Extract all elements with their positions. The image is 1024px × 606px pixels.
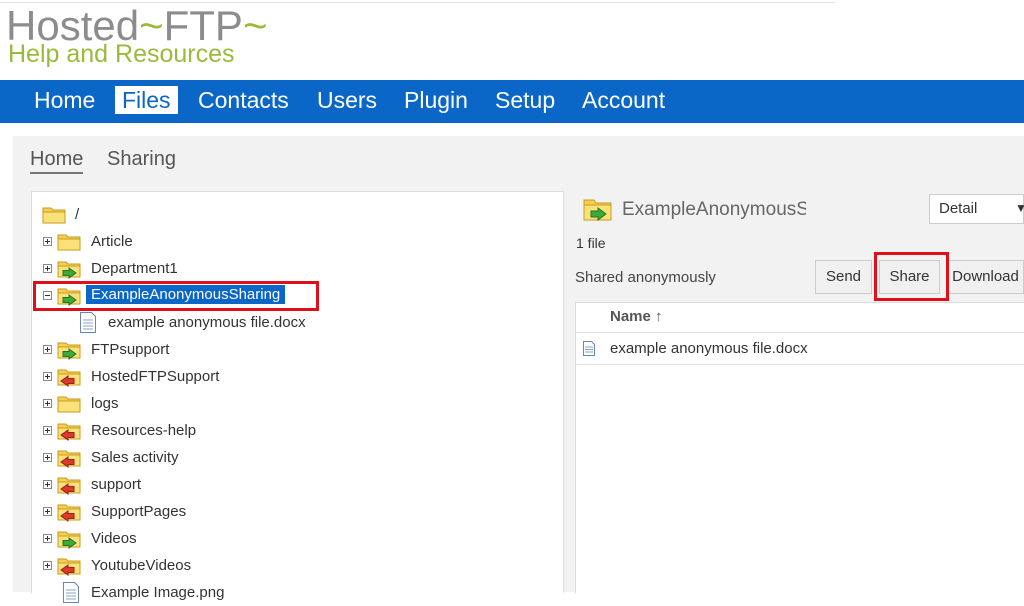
folder-shared-green-icon <box>57 342 81 360</box>
tree-label: YoutubeVideos <box>91 557 192 574</box>
tree-folder[interactable]: Sales activity <box>32 445 563 471</box>
tree-folder[interactable]: Article <box>32 229 563 255</box>
document-icon <box>63 582 79 603</box>
view-mode-value: Detail <box>939 200 978 217</box>
expand-icon[interactable] <box>43 372 52 381</box>
expand-icon[interactable] <box>43 345 52 354</box>
tree-label: example anonymous file.docx <box>108 314 306 331</box>
folder-icon <box>57 396 81 413</box>
nav-files[interactable]: Files <box>115 86 178 114</box>
expand-icon[interactable] <box>43 480 52 489</box>
file-count: 1 file <box>576 235 606 251</box>
tree-label: Sales activity <box>91 449 179 466</box>
column-header-name[interactable]: Name ↑ <box>576 303 1024 333</box>
tree-label: HostedFTPSupport <box>91 368 220 385</box>
tree-folder[interactable]: ExampleAnonymousSharing <box>32 283 563 309</box>
nav-contacts[interactable]: Contacts <box>191 86 296 114</box>
tree-folder[interactable]: Resources-help <box>32 418 563 444</box>
folder-shared-green-icon <box>57 261 81 279</box>
tree-folder[interactable]: YoutubeVideos <box>32 553 563 579</box>
tree-folder[interactable]: support <box>32 472 563 498</box>
tree-root[interactable]: / <box>32 202 563 228</box>
folder-tree: / Article Department1 ExampleAnonymousShar… <box>31 191 564 603</box>
breadcrumb-home[interactable]: Home <box>30 148 84 174</box>
header: Hosted~FTP~ Help and Resources <box>0 0 1024 80</box>
tree-folder[interactable]: Videos <box>32 526 563 552</box>
file-list: Name ↑ example anonymous file.docx <box>575 302 1024 593</box>
nav-plugin[interactable]: Plugin <box>397 86 475 114</box>
folder-shared-red-icon <box>57 477 81 495</box>
view-mode-select[interactable]: Detail ▼ <box>929 194 1024 224</box>
expand-icon[interactable] <box>43 534 52 543</box>
tree-label: Videos <box>91 530 137 547</box>
nav-setup[interactable]: Setup <box>488 86 562 114</box>
tree-label: Example Image.png <box>91 584 225 601</box>
logo-tagline: Help and Resources <box>8 40 235 68</box>
tree-label: Resources-help <box>91 422 197 439</box>
expand-icon[interactable] <box>43 453 52 462</box>
folder-shared-green-icon <box>57 531 81 549</box>
nav-users[interactable]: Users <box>310 86 384 114</box>
folder-title: ExampleAnonymousS <box>622 199 806 220</box>
folder-shared-red-icon <box>57 369 81 387</box>
collapse-icon[interactable] <box>43 291 52 300</box>
folder-icon <box>57 234 81 251</box>
expand-icon[interactable] <box>43 237 52 246</box>
folder-shared-red-icon <box>57 450 81 468</box>
tree-label: Article <box>91 233 133 250</box>
breadcrumb-sharing[interactable]: Sharing <box>107 148 176 171</box>
tree-label: / <box>75 206 80 223</box>
share-status: Shared anonymously <box>575 269 716 286</box>
tree-folder[interactable]: HostedFTPSupport <box>32 364 563 390</box>
tree-label: support <box>91 476 142 493</box>
tree-label: ExampleAnonymousSharing <box>86 285 286 304</box>
tree-folder[interactable]: FTPsupport <box>32 337 563 363</box>
tree-file[interactable]: example anonymous file.docx <box>32 310 563 336</box>
folder-shared-red-icon <box>57 558 81 576</box>
folder-icon <box>42 207 66 224</box>
send-button[interactable]: Send <box>815 260 872 294</box>
logo-tilde: ~ <box>242 2 268 49</box>
tree-folder[interactable]: Department1 <box>32 256 563 282</box>
folder-shared-red-icon <box>57 423 81 441</box>
file-name: example anonymous file.docx <box>610 340 808 357</box>
tree-folder[interactable]: logs <box>32 391 563 417</box>
tree-label: SupportPages <box>91 503 187 520</box>
document-icon <box>80 312 96 333</box>
tree-folder[interactable]: Example Image.png <box>32 580 563 606</box>
document-icon <box>583 341 595 356</box>
nav-home[interactable]: Home <box>27 86 102 114</box>
download-button[interactable]: Download <box>947 260 1024 294</box>
expand-icon[interactable] <box>43 399 52 408</box>
expand-icon[interactable] <box>43 507 52 516</box>
folder-shared-green-icon <box>57 288 81 306</box>
tree-label: logs <box>91 395 119 412</box>
tree-label: FTPsupport <box>91 341 170 358</box>
tree-folder[interactable]: SupportPages <box>32 499 563 525</box>
expand-icon[interactable] <box>43 426 52 435</box>
tree-label: Department1 <box>91 260 178 277</box>
nav-account[interactable]: Account <box>575 86 672 114</box>
expand-icon[interactable] <box>43 561 52 570</box>
share-button[interactable]: Share <box>879 260 940 294</box>
folder-shared-green-icon <box>583 199 612 221</box>
file-row[interactable]: example anonymous file.docx <box>576 333 1024 365</box>
main-nav: Home Files Contacts Users Plugin Setup A… <box>0 80 1024 123</box>
expand-icon[interactable] <box>43 264 52 273</box>
column-header-label: Name ↑ <box>610 308 663 325</box>
folder-shared-red-icon <box>57 504 81 522</box>
chevron-down-icon: ▼ <box>1015 201 1024 215</box>
